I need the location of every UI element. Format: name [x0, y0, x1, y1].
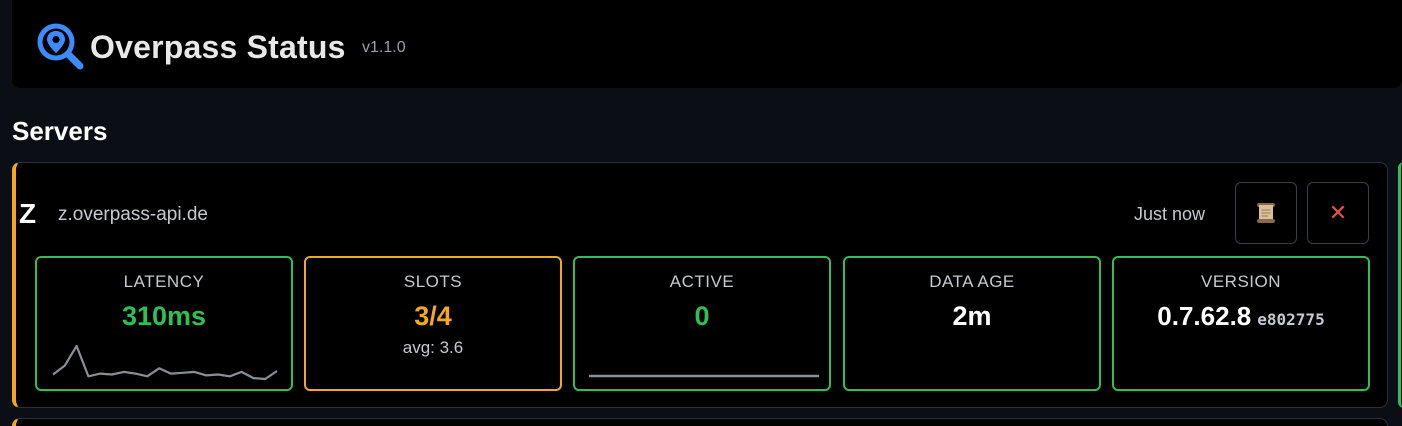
server-letter: Z — [19, 198, 37, 229]
scroll-icon — [1257, 203, 1275, 223]
map-search-icon — [37, 23, 84, 70]
remove-server-button[interactable]: ✕ — [1307, 182, 1369, 244]
active-label: ACTIVE — [669, 272, 735, 291]
data-age-value: 2m — [952, 301, 992, 331]
active-stat: ACTIVE 0 — [573, 256, 831, 391]
app-version: v1.1.0 — [362, 39, 406, 56]
latency-sparkline — [52, 344, 278, 381]
server-host: z.overpass-api.de — [58, 204, 208, 225]
last-updated: Just now — [1134, 204, 1206, 224]
version-stat: VERSION 0.7.62.8 e802775 — [1112, 256, 1370, 391]
slots-stat: SLOTS 3/4 avg: 3.6 — [304, 256, 562, 391]
version-label: VERSION — [1200, 272, 1282, 291]
page: Overpass Status v1.1.0 Servers Z z.overp… — [0, 0, 1402, 426]
data-age-stat: DATA AGE 2m — [843, 256, 1101, 391]
next-server-card — [12, 418, 1388, 426]
slots-value: 3/4 — [414, 301, 452, 331]
version-value-row: 0.7.62.8 e802775 — [1114, 300, 1368, 337]
app-header: Overpass Status v1.1.0 — [12, 0, 1402, 88]
app-title: Overpass Status — [90, 29, 346, 65]
data-age-label: DATA AGE — [929, 272, 1015, 291]
close-icon: ✕ — [1328, 200, 1348, 225]
view-log-button[interactable] — [1235, 182, 1297, 244]
next-server-card-edge — [1398, 162, 1402, 408]
version-number: 0.7.62.8 — [1157, 301, 1252, 331]
active-sparkline — [589, 374, 819, 378]
slots-label: SLOTS — [403, 272, 463, 291]
latency-stat: LATENCY 310ms — [35, 256, 293, 391]
latency-sparkline-line — [52, 344, 278, 381]
slots-average: avg: 3.6 — [402, 338, 464, 357]
latency-value: 310ms — [121, 301, 207, 331]
version-hash: e802775 — [1257, 310, 1325, 329]
section-title: Servers — [12, 116, 108, 146]
latency-label: LATENCY — [123, 272, 205, 291]
active-value: 0 — [694, 301, 710, 331]
